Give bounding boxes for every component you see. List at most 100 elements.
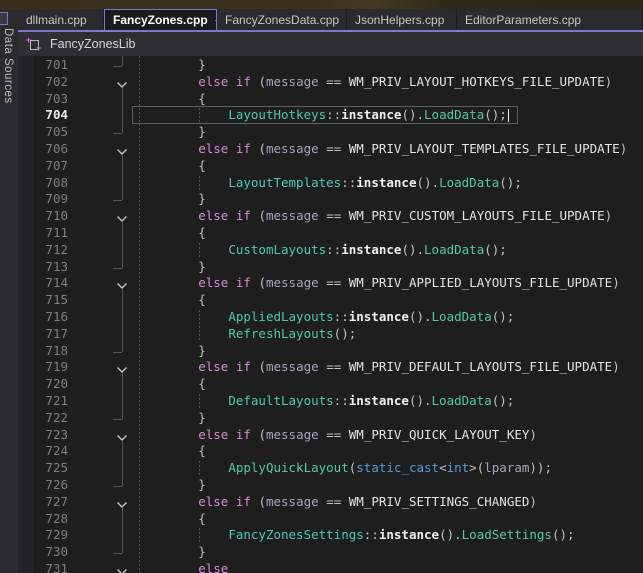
line-number[interactable]: 704 (30, 107, 68, 124)
line-number[interactable]: 724 (30, 443, 68, 460)
line-number[interactable]: 701 (30, 57, 68, 74)
document-tab-strip: dllmain.cpp FancyZones.cpp ✕ FancyZonesD… (18, 9, 643, 30)
fold-region-end-tick (113, 268, 122, 269)
line-number[interactable]: 708 (30, 175, 68, 192)
fold-region-end-tick (113, 352, 122, 353)
code-line[interactable]: DefaultLayouts::instance().LoadData(); (138, 393, 514, 410)
code-line[interactable]: RefreshLayouts(); (138, 326, 356, 343)
line-number[interactable]: 722 (30, 410, 68, 427)
code-line[interactable]: { (138, 91, 206, 108)
line-number[interactable]: 721 (30, 393, 68, 410)
code-line[interactable]: } (138, 544, 206, 561)
tab-dllmain[interactable]: dllmain.cpp (18, 9, 104, 30)
breadcrumb-label: FancyZonesLib (50, 37, 135, 51)
code-line[interactable]: ApplyQuickLayout(static_cast<int>(lparam… (138, 460, 552, 477)
line-number[interactable]: 709 (30, 191, 68, 208)
line-number[interactable]: 714 (30, 275, 68, 292)
tab-jsonhelpers[interactable]: JsonHelpers.cpp (347, 9, 457, 30)
fold-guide (122, 88, 123, 133)
line-number[interactable]: 703 (30, 91, 68, 108)
code-line[interactable]: FancyZonesSettings::instance().LoadSetti… (138, 527, 575, 544)
code-line[interactable]: } (138, 259, 206, 276)
fold-chevron-icon[interactable] (116, 565, 128, 573)
tab-fancyzones[interactable]: FancyZones.cpp ✕ (104, 9, 217, 30)
fold-guide (122, 373, 123, 418)
line-number[interactable]: 718 (30, 343, 68, 360)
line-number[interactable]: 710 (30, 208, 68, 225)
tab-label: JsonHelpers.cpp (355, 13, 444, 27)
fold-guide (122, 508, 123, 553)
data-sources-label: Data Sources (2, 28, 14, 104)
line-number[interactable]: 716 (30, 309, 68, 326)
line-number[interactable]: 702 (30, 74, 68, 91)
line-number[interactable]: 730 (30, 544, 68, 561)
line-number[interactable]: 728 (30, 511, 68, 528)
line-number[interactable]: 719 (30, 359, 68, 376)
code-line[interactable]: { (138, 158, 206, 175)
line-number[interactable]: 705 (30, 124, 68, 141)
breadcrumb-bar[interactable]: ++ FancyZonesLib (18, 32, 643, 56)
fold-guide (122, 222, 123, 267)
code-line[interactable]: LayoutHotkeys::instance().LoadData(); (138, 107, 507, 124)
tab-label: dllmain.cpp (26, 13, 87, 27)
fold-guide (122, 155, 123, 200)
code-line[interactable]: } (138, 410, 206, 427)
tab-fancyzonesdata[interactable]: FancyZonesData.cpp (217, 9, 347, 30)
line-number[interactable]: 720 (30, 376, 68, 393)
code-line[interactable]: LayoutTemplates::instance().LoadData(); (138, 175, 522, 192)
fold-chevron-icon[interactable] (116, 279, 128, 289)
tab-label: FancyZonesData.cpp (225, 13, 339, 27)
code-line[interactable]: else if (message == WM_PRIV_QUICK_LAYOUT… (138, 427, 537, 444)
fold-region-end-tick (113, 66, 122, 67)
code-line[interactable]: } (138, 57, 206, 74)
data-sources-rail[interactable]: Data Sources (0, 9, 18, 573)
line-number[interactable]: 729 (30, 527, 68, 544)
fold-chevron-icon[interactable] (116, 212, 128, 222)
code-line[interactable]: else if (message == WM_PRIV_APPLIED_LAYO… (138, 275, 620, 292)
line-number[interactable]: 706 (30, 141, 68, 158)
code-line[interactable]: } (138, 191, 206, 208)
fold-chevron-icon[interactable] (116, 145, 128, 155)
code-editor[interactable]: 701 } 702 else if (message == WM_PRIV_LAY… (0, 56, 643, 573)
line-number[interactable]: 717 (30, 326, 68, 343)
data-sources-icon (0, 12, 8, 25)
line-number[interactable]: 727 (30, 494, 68, 511)
fold-chevron-icon[interactable] (116, 498, 128, 508)
fold-region-end-tick (113, 486, 122, 487)
code-line[interactable]: } (138, 124, 206, 141)
line-number[interactable]: 713 (30, 259, 68, 276)
code-line[interactable]: else if (message == WM_PRIV_LAYOUT_HOTKE… (138, 74, 612, 91)
fold-guide (122, 56, 123, 66)
code-line[interactable]: else if (message == WM_PRIV_CUSTOM_LAYOU… (138, 208, 612, 225)
fold-region-end-tick (113, 200, 122, 201)
line-number[interactable]: 725 (30, 460, 68, 477)
fold-chevron-icon[interactable] (116, 431, 128, 441)
cpp-project-icon: ++ (27, 37, 42, 52)
code-line[interactable]: else if (message == WM_PRIV_SETTINGS_CHA… (138, 494, 537, 511)
line-number[interactable]: 712 (30, 242, 68, 259)
code-line[interactable]: AppliedLayouts::instance().LoadData(); (138, 309, 514, 326)
line-number[interactable]: 707 (30, 158, 68, 175)
line-number[interactable]: 715 (30, 292, 68, 309)
code-line[interactable]: CustomLayouts::instance().LoadData(); (138, 242, 507, 259)
code-line[interactable]: { (138, 292, 206, 309)
tab-editorparameters[interactable]: EditorParameters.cpp (457, 9, 643, 30)
code-line[interactable]: { (138, 225, 206, 242)
fold-chevron-icon[interactable] (116, 78, 128, 88)
code-line[interactable]: } (138, 343, 206, 360)
tab-label: FancyZones.cpp (113, 13, 208, 27)
fold-chevron-icon[interactable] (116, 363, 128, 373)
code-line[interactable]: { (138, 443, 206, 460)
fold-region-end-tick (113, 553, 122, 554)
code-line[interactable]: { (138, 376, 206, 393)
line-number[interactable]: 731 (30, 561, 68, 573)
fold-region-end-tick (113, 419, 122, 420)
code-line[interactable]: else (138, 561, 228, 573)
code-line[interactable]: { (138, 511, 206, 528)
code-line[interactable]: else if (message == WM_PRIV_DEFAULT_LAYO… (138, 359, 620, 376)
code-line[interactable]: else if (message == WM_PRIV_LAYOUT_TEMPL… (138, 141, 627, 158)
line-number[interactable]: 723 (30, 427, 68, 444)
code-line[interactable]: } (138, 477, 206, 494)
line-number[interactable]: 711 (30, 225, 68, 242)
line-number[interactable]: 726 (30, 477, 68, 494)
